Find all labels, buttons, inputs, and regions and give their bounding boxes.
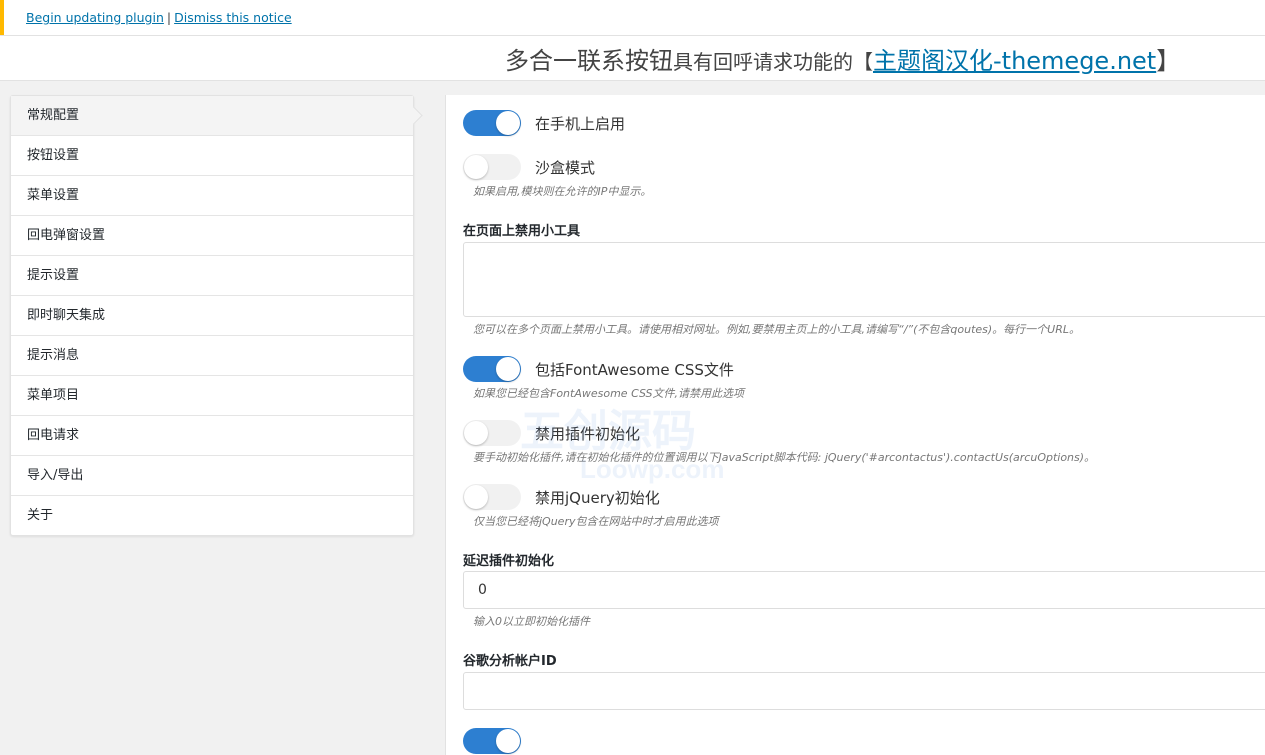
update-notice: Begin updating plugin | Dismiss this notic… <box>0 0 1265 35</box>
sidebar-item-general[interactable]: 常规配置 <box>11 96 413 136</box>
enable-mobile-toggle[interactable] <box>463 110 521 136</box>
toggle-knob <box>464 421 488 445</box>
enable-mobile-label: 在手机上启用 <box>535 115 626 133</box>
toggle-knob <box>464 155 488 179</box>
delay-init-desc: 输入0以立即初始化插件 <box>473 615 590 628</box>
ga-account-input[interactable] <box>463 672 1265 710</box>
disable-jquery-toggle[interactable] <box>463 484 521 510</box>
fontawesome-label: 包括FontAwesome CSS文件 <box>535 361 734 379</box>
dismiss-notice-link[interactable]: Dismiss this notice <box>174 10 292 25</box>
watermark-sub: Loowp.com <box>580 454 725 484</box>
sidebar-item-live-chat[interactable]: 即时聊天集成 <box>11 296 413 336</box>
toggle-knob <box>464 485 488 509</box>
settings-sidebar: 常规配置 按钮设置 菜单设置 回电弹窗设置 提示设置 即时聊天集成 提示消息 菜… <box>10 95 414 536</box>
disable-pages-textarea[interactable] <box>463 242 1265 317</box>
fontawesome-toggle[interactable] <box>463 356 521 382</box>
sidebar-item-prompt-settings[interactable]: 提示设置 <box>11 256 413 296</box>
toggle-knob <box>496 729 520 753</box>
begin-updating-link[interactable]: Begin updating plugin <box>26 10 164 25</box>
sidebar-item-button-settings[interactable]: 按钮设置 <box>11 136 413 176</box>
disable-init-toggle[interactable] <box>463 420 521 446</box>
disable-pages-desc: 您可以在多个页面上禁用小工具。请使用相对网址。例如,要禁用主页上的小工具,请编写… <box>473 323 1080 336</box>
sidebar-item-about[interactable]: 关于 <box>11 496 413 535</box>
toggle-knob <box>496 357 520 381</box>
sandbox-toggle[interactable] <box>463 154 521 180</box>
ga-account-label: 谷歌分析帐户ID <box>463 654 557 669</box>
title-prefix: 多合一联系按钮 <box>505 47 673 75</box>
sidebar-item-callback-popup[interactable]: 回电弹窗设置 <box>11 216 413 256</box>
watermark-main: 五创源码 <box>520 407 696 456</box>
sidebar-item-menu-items[interactable]: 菜单项目 <box>11 376 413 416</box>
sidebar-item-import-export[interactable]: 导入/导出 <box>11 456 413 496</box>
disable-jquery-label: 禁用jQuery初始化 <box>535 489 660 507</box>
toggle-knob <box>496 111 520 135</box>
sandbox-label: 沙盒模式 <box>535 159 596 177</box>
disable-pages-label: 在页面上禁用小工具 <box>463 224 581 239</box>
fontawesome-desc: 如果您已经包含FontAwesome CSS文件,请禁用此选项 <box>473 387 745 400</box>
sidebar-item-prompt-messages[interactable]: 提示消息 <box>11 336 413 376</box>
watermark-logo: 五创源码 Loowp.com <box>520 407 725 485</box>
title-suffix: 】 <box>1156 47 1181 75</box>
page-title: 多合一联系按钮具有回呼请求功能的【主题阁汉化-themege.net】 <box>505 41 1180 76</box>
sidebar-item-menu-settings[interactable]: 菜单设置 <box>11 176 413 216</box>
next-toggle[interactable] <box>463 728 521 754</box>
disable-jquery-desc: 仅当您已经将jQuery包含在网站中时才启用此选项 <box>473 515 719 528</box>
delay-init-label: 延迟插件初始化 <box>463 554 555 569</box>
title-mid: 具有回呼请求功能的【 <box>673 50 873 74</box>
page-header: 多合一联系按钮具有回呼请求功能的【主题阁汉化-themege.net】 <box>0 36 1265 81</box>
sidebar-item-callback-requests[interactable]: 回电请求 <box>11 416 413 456</box>
sandbox-desc: 如果启用,模块则在允许的IP中显示。 <box>473 185 652 198</box>
delay-init-input[interactable]: 0 <box>463 571 1265 609</box>
notice-separator: | <box>166 10 172 25</box>
title-link[interactable]: 主题阁汉化-themege.net <box>873 47 1156 75</box>
